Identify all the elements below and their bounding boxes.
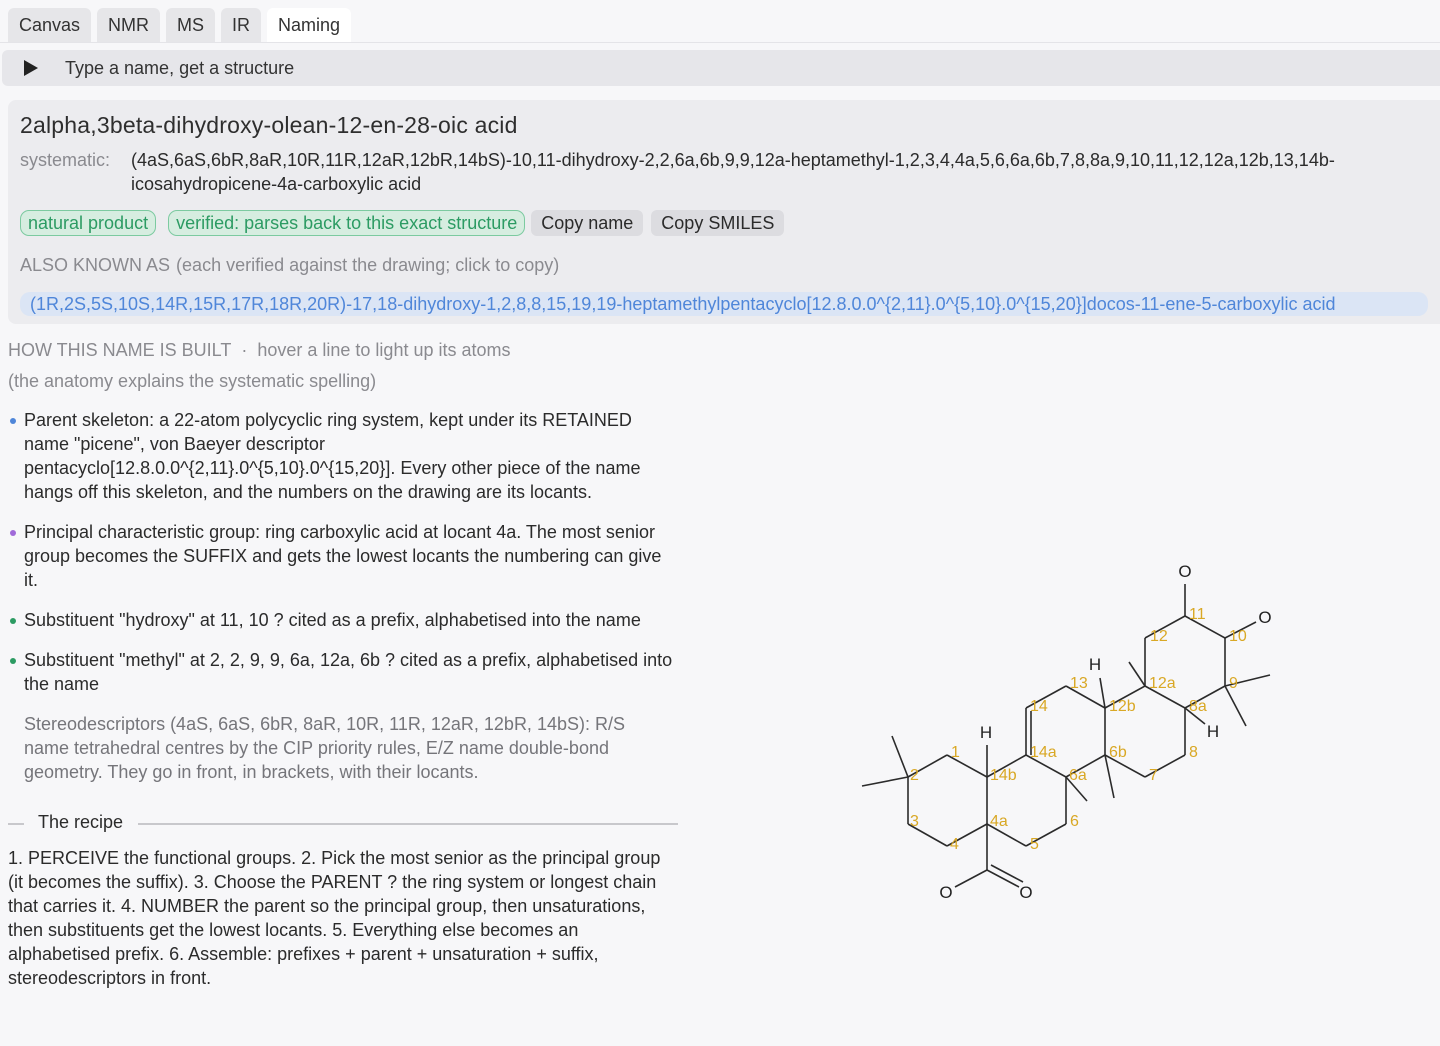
locant-label: 14a xyxy=(1030,744,1057,761)
locant-label: 10 xyxy=(1229,628,1247,645)
locant-label: 6a xyxy=(1069,767,1087,784)
locant-label: 4a xyxy=(990,813,1008,830)
locant-label: 14b xyxy=(990,767,1017,784)
locant-label: 12a xyxy=(1149,675,1176,692)
locant-label: 9 xyxy=(1229,675,1238,692)
locant-label: 3 xyxy=(910,813,919,830)
locant-labels: 1 2 3 4 4a 5 6 6a 6b 7 8 8a 9 10 11 12 1… xyxy=(910,606,1247,853)
locant-label: 7 xyxy=(1149,767,1158,784)
carboxyl-oxygen-label: O xyxy=(939,883,952,902)
locant-label: 12 xyxy=(1150,628,1168,645)
hydroxyl-oxygen-label: O xyxy=(1258,608,1271,627)
locant-label: 5 xyxy=(1030,836,1039,853)
locant-label: 4 xyxy=(950,836,959,853)
hydroxyl-oxygen-label: O xyxy=(1178,562,1191,581)
locant-label: 8a xyxy=(1189,698,1207,715)
structure-canvas[interactable]: O O H H H O O 1 2 3 4 4a 5 6 6a 6b 7 8 8… xyxy=(0,0,1440,1046)
hydrogen-label: H xyxy=(980,723,992,742)
locant-label: 14 xyxy=(1030,698,1048,715)
hydrogen-label: H xyxy=(1207,722,1219,741)
locant-label: 13 xyxy=(1070,675,1088,692)
locant-label: 12b xyxy=(1109,698,1136,715)
locant-label: 1 xyxy=(951,744,960,761)
locant-label: 11 xyxy=(1189,606,1206,623)
locant-label: 6b xyxy=(1109,744,1127,761)
carboxyl-oxygen-label: O xyxy=(1019,883,1032,902)
locant-label: 2 xyxy=(910,767,919,784)
hydrogen-label: H xyxy=(1089,655,1101,674)
locant-label: 6 xyxy=(1070,813,1079,830)
locant-label: 8 xyxy=(1189,744,1198,761)
